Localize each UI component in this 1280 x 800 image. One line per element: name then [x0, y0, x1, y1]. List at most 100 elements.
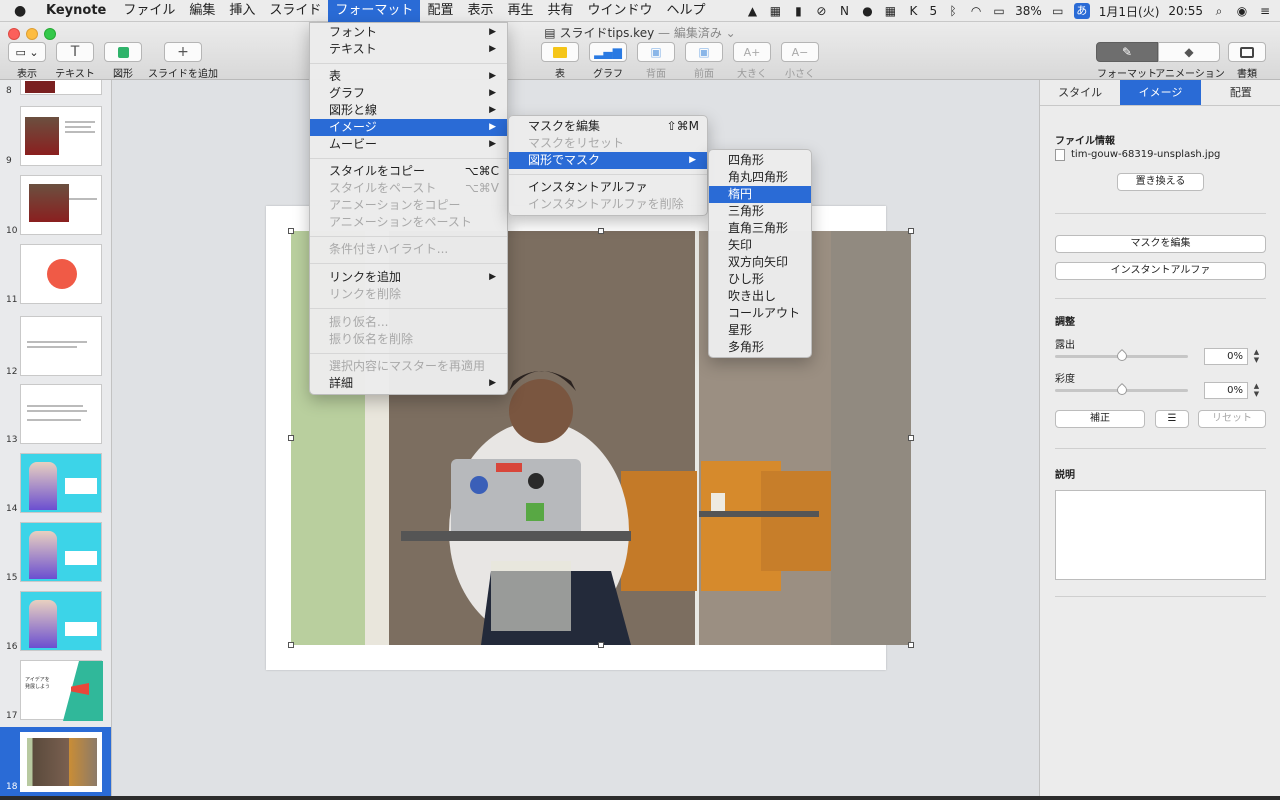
n-icon[interactable]: N: [837, 4, 851, 18]
slide-thumb-16[interactable]: [20, 591, 102, 651]
menu-item-edit-mask[interactable]: マスクを編集 ⇧⌘M: [509, 118, 707, 135]
block-icon[interactable]: ⊘: [814, 4, 828, 18]
ime-indicator[interactable]: あ: [1073, 3, 1090, 19]
menu-item-mask-with-shape[interactable]: 図形でマスク ▶: [509, 152, 707, 169]
bigger-button[interactable]: A+: [733, 42, 771, 62]
bring-forward-button[interactable]: ▣: [685, 42, 723, 62]
apple-menu-icon[interactable]: ●: [14, 3, 36, 19]
menu-window[interactable]: ウインドウ: [581, 0, 660, 22]
slide-thumb-15[interactable]: [20, 522, 102, 582]
menu-item-furigana[interactable]: 振り仮名...: [310, 314, 507, 331]
menu-item-reapply-master[interactable]: 選択内容にマスターを再適用: [310, 358, 507, 375]
menu-item-table[interactable]: 表 ▶: [310, 68, 507, 85]
slide-thumb-17[interactable]: アイデアを 発展しよう: [20, 660, 103, 721]
instant-alpha-button[interactable]: インスタントアルファ: [1055, 262, 1266, 280]
text-button[interactable]: T: [56, 42, 94, 62]
exposure-value-field[interactable]: 0%: [1204, 348, 1248, 365]
resize-handle-tl[interactable]: [288, 228, 294, 234]
shape-oval[interactable]: 楕円: [709, 186, 811, 203]
hat-icon[interactable]: ▲: [745, 4, 759, 18]
shape-arrow[interactable]: 矢印: [709, 237, 811, 254]
slide-thumb-9[interactable]: [20, 106, 102, 166]
battery-icon[interactable]: ▭: [1051, 4, 1065, 18]
menu-share[interactable]: 共有: [540, 0, 580, 22]
enhance-button[interactable]: 補正: [1055, 410, 1145, 428]
menu-help[interactable]: ヘルプ: [660, 0, 713, 22]
calendar-icon[interactable]: ▦: [768, 4, 782, 18]
bookmark-icon[interactable]: ▮: [791, 4, 805, 18]
resize-handle-bm[interactable]: [598, 642, 604, 648]
smaller-button[interactable]: A−: [781, 42, 819, 62]
circle-icon[interactable]: ●: [860, 4, 874, 18]
bluetooth-icon[interactable]: ᛒ: [946, 4, 960, 18]
view-button[interactable]: ▭ ⌄: [8, 42, 46, 62]
saturation-stepper[interactable]: ▲ ▼: [1252, 382, 1261, 399]
menu-file[interactable]: ファイル: [116, 0, 182, 22]
animate-inspector-button[interactable]: ◆: [1158, 42, 1220, 62]
resize-handle-br[interactable]: [908, 642, 914, 648]
notification-center-icon[interactable]: ≡: [1258, 4, 1272, 18]
menu-item-shapes-lines[interactable]: 図形と線 ▶: [310, 102, 507, 119]
chart-button[interactable]: ▂▄▆: [589, 42, 627, 62]
app-menu[interactable]: Keynote: [36, 3, 116, 18]
menu-item-font[interactable]: フォント ▶: [310, 24, 507, 41]
format-inspector-button[interactable]: ✎: [1096, 42, 1158, 62]
menu-item-copy-animation[interactable]: アニメーションをコピー: [310, 197, 507, 214]
spotlight-icon[interactable]: ⌕: [1212, 4, 1226, 18]
resize-handle-tr[interactable]: [908, 228, 914, 234]
menu-item-remove-link[interactable]: リンクを削除: [310, 286, 507, 303]
menu-item-copy-style[interactable]: スタイルをコピー ⌥⌘C: [310, 163, 507, 180]
menu-item-remove-instant-alpha[interactable]: インスタントアルファを削除: [509, 196, 707, 213]
clock-time[interactable]: 20:55: [1168, 4, 1203, 18]
menu-item-instant-alpha[interactable]: インスタントアルファ: [509, 179, 707, 196]
shape-right-triangle[interactable]: 直角三角形: [709, 220, 811, 237]
menu-arrange[interactable]: 配置: [420, 0, 460, 22]
k-icon[interactable]: K: [906, 4, 920, 18]
shape-callout[interactable]: コールアウト: [709, 305, 811, 322]
slide-thumb-10[interactable]: [20, 175, 102, 235]
user-avatar-icon[interactable]: ◉: [1235, 4, 1249, 18]
shape-triangle[interactable]: 三角形: [709, 203, 811, 220]
menu-item-reset-mask[interactable]: マスクをリセット: [509, 135, 707, 152]
shape-button[interactable]: [104, 42, 142, 62]
saturation-slider-knob[interactable]: [1114, 382, 1130, 398]
menu-item-remove-furigana[interactable]: 振り仮名を削除: [310, 331, 507, 348]
menu-play[interactable]: 再生: [500, 0, 540, 22]
resize-handle-tm[interactable]: [598, 228, 604, 234]
menu-edit[interactable]: 編集: [182, 0, 222, 22]
exposure-slider-knob[interactable]: [1114, 348, 1130, 364]
menu-insert[interactable]: 挿入: [222, 0, 262, 22]
slide-thumb-11[interactable]: [20, 244, 102, 304]
shape-speech-bubble[interactable]: 吹き出し: [709, 288, 811, 305]
wifi-icon[interactable]: ◠: [969, 4, 983, 18]
replace-button[interactable]: 置き換える: [1117, 173, 1204, 191]
exposure-stepper[interactable]: ▲ ▼: [1252, 348, 1261, 365]
levels-button[interactable]: ☰: [1155, 410, 1189, 428]
edit-mask-button[interactable]: マスクを編集: [1055, 235, 1266, 253]
airplay-icon[interactable]: ▭: [992, 4, 1006, 18]
slide-thumb-14[interactable]: [20, 453, 102, 513]
shape-polygon[interactable]: 多角形: [709, 339, 811, 356]
tab-style[interactable]: スタイル: [1040, 80, 1120, 105]
document-inspector-button[interactable]: [1228, 42, 1266, 62]
menu-item-chart[interactable]: グラフ ▶: [310, 85, 507, 102]
menu-item-paste-style[interactable]: スタイルをペースト ⌥⌘V: [310, 180, 507, 197]
menu-item-text[interactable]: テキスト ▶: [310, 41, 507, 58]
tab-image[interactable]: イメージ: [1120, 80, 1201, 105]
shape-diamond[interactable]: ひし形: [709, 271, 811, 288]
add-slide-button[interactable]: +: [164, 42, 202, 62]
menu-item-image[interactable]: イメージ ▶: [310, 119, 507, 136]
send-backward-button[interactable]: ▣: [637, 42, 675, 62]
menu-format[interactable]: フォーマット: [328, 0, 421, 22]
reset-button[interactable]: リセット: [1198, 410, 1266, 428]
resize-handle-bl[interactable]: [288, 642, 294, 648]
document-status[interactable]: — 編集済み ⌄: [658, 26, 736, 40]
resize-handle-mr[interactable]: [908, 435, 914, 441]
description-textarea[interactable]: [1055, 490, 1266, 580]
shape-star[interactable]: 星形: [709, 322, 811, 339]
menu-item-conditional-highlight[interactable]: 条件付きハイライト...: [310, 241, 507, 258]
shape-rounded-rectangle[interactable]: 角丸四角形: [709, 169, 811, 186]
menu-slide[interactable]: スライド: [262, 0, 328, 22]
saturation-value-field[interactable]: 0%: [1204, 382, 1248, 399]
menu-item-advanced[interactable]: 詳細 ▶: [310, 375, 507, 392]
